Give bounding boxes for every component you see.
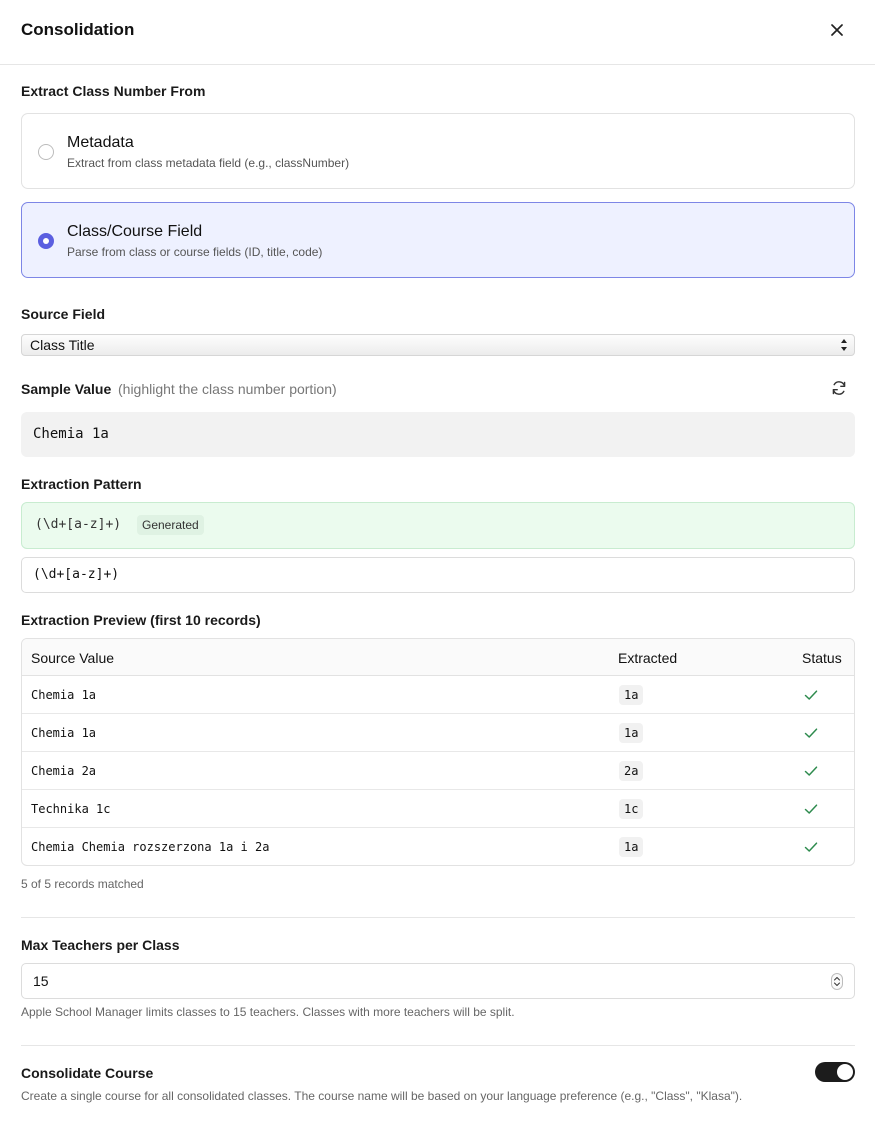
row-extracted-value: 1a — [619, 685, 644, 705]
generated-pattern-box: (\d+[a-z]+) Generated — [21, 502, 855, 549]
check-icon — [804, 728, 818, 738]
close-icon — [831, 24, 843, 36]
row-extracted-value: 2a — [619, 761, 644, 781]
table-row: Technika 1c 1c — [22, 790, 854, 828]
check-icon — [804, 804, 818, 814]
row-source-value: Chemia 1a — [31, 726, 97, 740]
check-icon — [804, 842, 818, 852]
row-source-value: Chemia Chemia rozszerzona 1a i 2a — [31, 840, 270, 854]
extraction-pattern-input[interactable]: (\d+[a-z]+) — [21, 557, 855, 593]
max-teachers-label: Max Teachers per Class — [21, 937, 180, 953]
option-metadata-description: Extract from class metadata field (e.g.,… — [67, 156, 350, 170]
column-status: Status — [802, 650, 842, 666]
row-extracted-value: 1c — [619, 799, 644, 819]
refresh-button[interactable] — [829, 378, 849, 398]
generated-pattern-value: (\d+[a-z]+) — [35, 517, 122, 532]
option-metadata-title: Metadata — [67, 134, 134, 151]
dialog-header: Consolidation — [0, 0, 875, 65]
dialog-title: Consolidation — [21, 20, 135, 39]
consolidate-course-toggle[interactable] — [815, 1062, 855, 1082]
quantity-stepper[interactable] — [831, 973, 843, 990]
source-field-select[interactable]: Class Title — [21, 334, 855, 356]
sample-value-label: Sample Value — [21, 381, 112, 397]
extract-label: Extract Class Number From — [21, 83, 206, 99]
sample-value-hint: (highlight the class number portion) — [118, 381, 337, 397]
generated-badge: Generated — [137, 515, 204, 535]
row-source-value: Chemia 1a — [31, 688, 97, 702]
option-class-course-field-description: Parse from class or course fields (ID, t… — [67, 245, 323, 259]
option-class-course-field-title: Class/Course Field — [67, 223, 203, 240]
sample-value-text[interactable]: Chemia 1a — [21, 412, 855, 457]
max-teachers-input[interactable]: 15 — [21, 963, 855, 999]
source-field-label: Source Field — [21, 306, 106, 322]
radio-metadata[interactable] — [38, 144, 54, 160]
section-divider — [21, 917, 855, 918]
table-row: Chemia Chemia rozszerzona 1a i 2a 1a — [22, 828, 854, 865]
select-arrows-icon — [841, 339, 847, 351]
extraction-pattern-label: Extraction Pattern — [21, 476, 142, 492]
row-source-value: Chemia 2a — [31, 764, 97, 778]
table-row: Chemia 1a 1a — [22, 714, 854, 752]
max-teachers-help: Apple School Manager limits classes to 1… — [21, 1005, 515, 1019]
section-divider — [21, 1045, 855, 1046]
consolidate-course-description: Create a single course for all consolida… — [21, 1089, 743, 1103]
row-source-value: Technika 1c — [31, 802, 111, 816]
column-extracted: Extracted — [618, 650, 678, 666]
records-matched-summary: 5 of 5 records matched — [21, 877, 144, 891]
radio-class-course-field[interactable] — [38, 233, 54, 249]
extraction-preview-label: Extraction Preview (first 10 records) — [21, 612, 261, 628]
check-icon — [804, 690, 818, 700]
table-row: Chemia 2a 2a — [22, 752, 854, 790]
extraction-preview-table: Source Value Extracted Status Chemia 1a … — [21, 638, 855, 866]
column-source-value: Source Value — [31, 650, 115, 666]
max-teachers-value: 15 — [33, 973, 49, 989]
check-icon — [804, 766, 818, 776]
table-row: Chemia 1a 1a — [22, 676, 854, 714]
refresh-icon — [832, 381, 846, 395]
consolidate-course-label: Consolidate Course — [21, 1065, 154, 1081]
close-button[interactable] — [826, 19, 848, 41]
option-metadata[interactable]: Metadata Extract from class metadata fie… — [21, 113, 855, 189]
option-class-course-field[interactable]: Class/Course Field Parse from class or c… — [21, 202, 855, 278]
row-extracted-value: 1a — [619, 723, 644, 743]
table-header: Source Value Extracted Status — [22, 639, 854, 676]
stepper-arrows-icon — [834, 977, 840, 986]
row-extracted-value: 1a — [619, 837, 644, 857]
source-field-value: Class Title — [30, 337, 95, 353]
